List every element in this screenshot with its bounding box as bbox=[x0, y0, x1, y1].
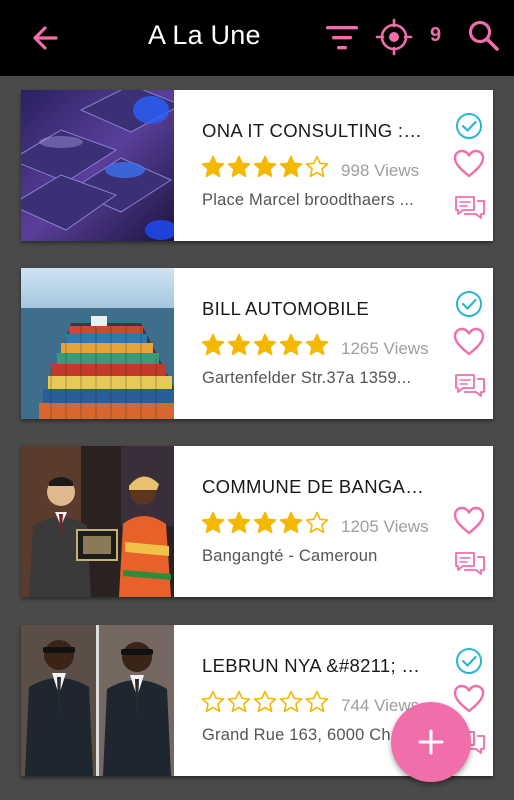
star-filled-icon bbox=[201, 511, 225, 534]
verified-check-icon bbox=[456, 648, 482, 674]
listing-address: Place Marcel broodthaers ... bbox=[202, 191, 414, 209]
two-men-in-suits-photo bbox=[21, 625, 174, 776]
app-bar: A La Une 9 bbox=[0, 0, 514, 76]
view-count: 998 Views bbox=[341, 161, 420, 180]
star-filled-icon bbox=[305, 333, 329, 356]
star-outline-icon bbox=[305, 511, 329, 534]
star-filled-icon bbox=[201, 333, 225, 356]
verified-check-icon bbox=[456, 291, 482, 317]
search-icon[interactable] bbox=[466, 18, 502, 54]
star-outline-icon bbox=[279, 690, 303, 713]
add-listing-button[interactable] bbox=[391, 702, 471, 782]
favorite-heart-icon[interactable] bbox=[453, 684, 485, 714]
comments-icon[interactable] bbox=[454, 193, 486, 221]
rating-stars bbox=[200, 689, 330, 715]
listing-card[interactable]: ONA IT CONSULTING : B... 998 Views Place… bbox=[21, 90, 493, 241]
rating-stars bbox=[200, 332, 330, 358]
listing-address: Gartenfelder Str.37a 1359... bbox=[202, 369, 412, 387]
container-ship-photo bbox=[21, 268, 174, 419]
star-filled-icon bbox=[279, 333, 303, 356]
listing-name: BILL AUTOMOBILE bbox=[202, 298, 369, 319]
view-count: 1205 Views bbox=[341, 517, 429, 536]
view-count: 1265 Views bbox=[341, 339, 429, 358]
star-filled-icon bbox=[253, 333, 277, 356]
star-filled-icon bbox=[279, 155, 303, 178]
star-filled-icon bbox=[279, 511, 303, 534]
favorite-heart-icon[interactable] bbox=[453, 149, 485, 179]
back-arrow-icon[interactable] bbox=[26, 18, 66, 58]
listing-name: COMMUNE DE BANGAN... bbox=[202, 476, 427, 497]
listing-name: LEBRUN NYA &#8211; C... bbox=[202, 655, 427, 676]
filter-icon[interactable] bbox=[322, 20, 362, 56]
star-filled-icon bbox=[253, 155, 277, 178]
locate-icon[interactable] bbox=[374, 17, 414, 57]
plus-icon bbox=[418, 729, 444, 755]
star-outline-icon bbox=[305, 690, 329, 713]
star-outline-icon bbox=[253, 690, 277, 713]
rating-stars bbox=[200, 510, 330, 536]
star-outline-icon bbox=[305, 155, 329, 178]
award-ceremony-photo bbox=[21, 446, 174, 597]
verified-check-icon bbox=[456, 113, 482, 139]
keyboard-photo bbox=[21, 90, 174, 241]
star-outline-icon bbox=[201, 690, 225, 713]
star-filled-icon bbox=[253, 511, 277, 534]
comments-icon[interactable] bbox=[454, 549, 486, 577]
favorite-heart-icon[interactable] bbox=[453, 327, 485, 357]
listing-name: ONA IT CONSULTING : B... bbox=[202, 120, 427, 141]
star-filled-icon bbox=[227, 155, 251, 178]
star-filled-icon bbox=[227, 333, 251, 356]
page-title: A La Une bbox=[148, 20, 261, 50]
listing-address: Bangangté - Cameroun bbox=[202, 547, 378, 565]
comments-icon[interactable] bbox=[454, 371, 486, 399]
listing-card[interactable]: COMMUNE DE BANGAN... 1205 Views Bangangt… bbox=[21, 446, 493, 597]
location-count-badge: 9 bbox=[430, 24, 442, 46]
star-filled-icon bbox=[201, 155, 225, 178]
star-filled-icon bbox=[227, 511, 251, 534]
listing-card[interactable]: BILL AUTOMOBILE 1265 Views Gartenfelder … bbox=[21, 268, 493, 419]
rating-stars bbox=[200, 154, 330, 180]
star-outline-icon bbox=[227, 690, 251, 713]
favorite-heart-icon[interactable] bbox=[453, 506, 485, 536]
